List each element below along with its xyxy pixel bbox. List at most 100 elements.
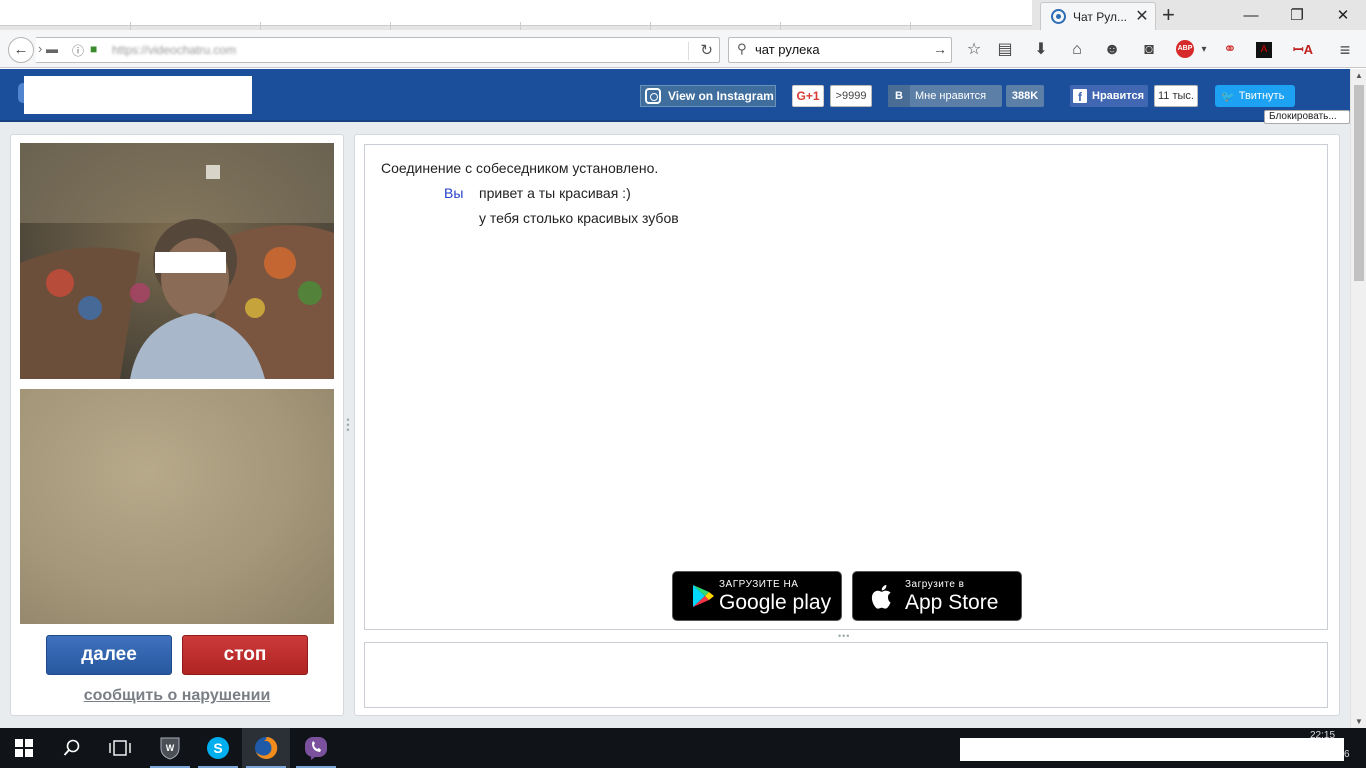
twitter-label: Твитнуть — [1238, 90, 1285, 102]
world-of-tanks-icon[interactable]: W — [146, 728, 194, 768]
close-window-button[interactable]: ✕ — [1320, 0, 1366, 30]
tab-separator — [650, 22, 651, 30]
smiley-icon[interactable]: ☻ — [1101, 40, 1123, 60]
chat-resize-handle[interactable]: ••• — [838, 631, 850, 641]
menu-icon[interactable]: ≡ — [1334, 40, 1356, 60]
star-icon[interactable]: ☆ — [963, 40, 985, 60]
search-icon[interactable] — [48, 728, 96, 768]
pdf-icon[interactable]: A — [1256, 42, 1272, 58]
tab-separator — [390, 22, 391, 30]
reading-list-icon[interactable]: ▤ — [994, 40, 1016, 60]
adblock-icon[interactable]: ABP — [1176, 40, 1194, 58]
instagram-icon — [645, 88, 661, 104]
minimize-button[interactable]: — — [1228, 0, 1274, 30]
new-tab-button[interactable]: + — [1162, 4, 1175, 26]
back-button[interactable]: ← — [8, 37, 34, 63]
viber-icon[interactable] — [292, 728, 340, 768]
url-separator — [688, 42, 689, 60]
search-input[interactable] — [755, 42, 925, 57]
site-header: View on Instagram G+1 >9999 B Мне нравит… — [0, 69, 1350, 122]
vk-icon: B — [888, 85, 910, 107]
web-page: View on Instagram G+1 >9999 B Мне нравит… — [0, 69, 1350, 728]
facebook-like-button[interactable]: f Нравится — [1070, 85, 1148, 107]
tab-separator — [260, 22, 261, 30]
facebook-count: 11 тыс. — [1154, 85, 1198, 107]
gplus-button[interactable]: G+1 — [792, 85, 824, 107]
extension-icon[interactable]: ⚭ — [1219, 40, 1241, 60]
url-bar[interactable]: › ▬ ⓘ ■ https://videochatru.com ↻ — [36, 37, 720, 63]
scroll-up-icon[interactable]: ▲ — [1351, 71, 1366, 80]
download-icon[interactable]: ⬇ — [1030, 40, 1052, 60]
google-play-small: ЗАГРУЗИТЕ НА — [719, 579, 799, 590]
restore-button[interactable]: ❐ — [1274, 0, 1320, 30]
pocket-icon[interactable]: ◙ — [1138, 40, 1160, 60]
tab-separator — [910, 22, 911, 30]
partner-video — [20, 143, 334, 379]
tab-separator — [130, 22, 131, 30]
message-text: привет а ты красивая :) — [479, 185, 631, 201]
tab-close-icon[interactable]: ✕ — [1135, 8, 1149, 24]
vk-like-button[interactable]: B Мне нравится — [888, 85, 1002, 107]
app-store-label: App Store — [905, 591, 999, 614]
vk-like-label: Мне нравится — [915, 90, 987, 102]
page-icon: ▬ — [46, 42, 58, 56]
translate-icon[interactable]: ꟷA — [1292, 40, 1314, 60]
site-favicon-icon — [1051, 9, 1066, 24]
task-view-glyph-icon — [109, 740, 131, 756]
reload-icon[interactable]: ↻ — [700, 41, 713, 59]
search-go-icon[interactable]: → — [933, 41, 947, 57]
panel-resize-handle[interactable]: • • • — [346, 416, 350, 436]
page-scrollbar[interactable]: ▲ ▼ — [1350, 69, 1366, 728]
tab-separator — [520, 22, 521, 30]
firefox-logo-icon — [255, 736, 278, 759]
tab-separator — [780, 22, 781, 30]
tab-title: Чат Рул... — [1073, 9, 1127, 24]
viber-logo-icon — [305, 737, 327, 760]
windows-taskbar: W S 22:15 6 — [0, 728, 1366, 768]
tank-shield-icon: W — [160, 737, 180, 760]
google-play-label: Google play — [719, 591, 832, 614]
google-play-icon — [693, 585, 714, 607]
adblock-dropdown-icon[interactable]: ▾ — [1193, 40, 1215, 60]
connection-status: Соединение с собеседником установлено. — [381, 160, 659, 176]
app-store-button[interactable]: Загрузите в App Store — [852, 571, 1022, 621]
block-tooltip[interactable]: Блокировать... — [1264, 110, 1350, 124]
twitter-bird-icon: 🐦 — [1221, 90, 1235, 103]
search-bar[interactable]: ⚲ → — [728, 37, 952, 63]
forward-chevron-icon[interactable]: › — [38, 41, 42, 56]
clock-date: 6 — [1344, 749, 1350, 760]
browser-tab-active[interactable]: Чат Рул... ✕ — [1040, 2, 1156, 30]
scroll-down-icon[interactable]: ▼ — [1351, 717, 1366, 726]
scrollbar-thumb[interactable] — [1354, 85, 1364, 281]
task-view-icon[interactable] — [96, 728, 144, 768]
firefox-icon[interactable] — [242, 728, 290, 768]
next-button[interactable]: далее — [46, 635, 172, 675]
system-tray-redacted — [960, 738, 1344, 761]
message-author: Вы — [444, 185, 464, 201]
logo-redacted[interactable] — [24, 76, 252, 114]
url-text[interactable]: https://videochatru.com — [112, 43, 236, 57]
magnifier-icon — [63, 739, 80, 756]
lock-icon[interactable]: ■ — [90, 42, 97, 56]
info-icon[interactable]: ⓘ — [72, 42, 84, 59]
instagram-button[interactable]: View on Instagram — [640, 85, 776, 107]
self-video — [20, 389, 334, 624]
browser-tab-bar: Чат Рул... ✕ + — ❐ ✕ — [0, 0, 1366, 30]
skype-logo-icon: S — [207, 737, 229, 759]
skype-icon[interactable]: S — [194, 728, 242, 768]
search-icon: ⚲ — [737, 41, 747, 56]
stop-button[interactable]: стоп — [182, 635, 308, 675]
chat-message-input[interactable] — [364, 642, 1328, 708]
google-play-button[interactable]: ЗАГРУЗИТЕ НА Google play — [672, 571, 842, 621]
twitter-tweet-button[interactable]: 🐦 Твитнуть — [1215, 85, 1295, 107]
report-link[interactable]: сообщить о нарушении — [20, 687, 334, 705]
vk-count: 388K — [1006, 85, 1044, 107]
home-icon[interactable]: ⌂ — [1066, 40, 1088, 60]
facebook-icon: f — [1073, 89, 1087, 104]
svg-text:W: W — [166, 743, 175, 753]
message-text: у тебя столько красивых зубов — [479, 210, 679, 226]
face-redacted — [155, 252, 226, 273]
gplus-count: >9999 — [830, 85, 872, 107]
windows-start-icon[interactable] — [0, 728, 48, 768]
tab-strip-empty — [0, 0, 1032, 26]
